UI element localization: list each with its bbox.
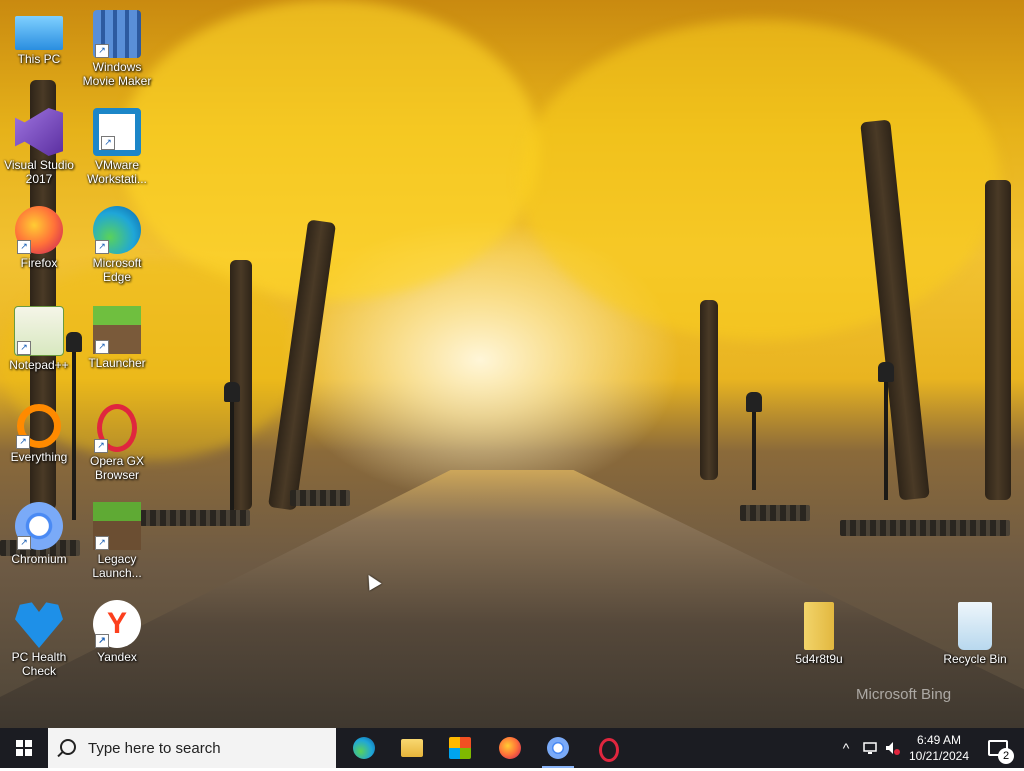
shortcut-arrow-icon: ↗	[101, 136, 115, 150]
show-hidden-icons-chevron-icon[interactable]: ^	[838, 740, 854, 756]
volume-muted-icon[interactable]	[884, 740, 900, 756]
folder-zip-icon	[804, 602, 834, 650]
icon-label: Legacy Launch...	[92, 552, 142, 580]
visual-studio-icon	[15, 108, 63, 156]
action-center-button[interactable]: 2	[980, 728, 1024, 768]
desktop-icon-recycle-bin[interactable]: Recycle Bin	[938, 602, 1012, 690]
taskbar-app-chromium[interactable]	[534, 728, 582, 768]
icon-label: 5d4r8t9u	[795, 652, 843, 666]
yandex-icon: Y ↗	[93, 600, 141, 648]
icon-label: Everything	[10, 450, 68, 464]
tree-trunk	[700, 300, 718, 480]
start-button[interactable]	[0, 728, 48, 768]
icon-label: Visual Studio 2017	[4, 158, 74, 186]
bench	[740, 505, 810, 521]
icon-label: Recycle Bin	[943, 652, 1007, 666]
desktop-icon-legacy-launcher[interactable]: ↗ Legacy Launch...	[80, 502, 154, 590]
taskbar-app-file-explorer[interactable]	[388, 728, 436, 768]
icon-label: TLauncher	[88, 356, 146, 370]
clock-time: 6:49 AM	[916, 733, 962, 747]
firefox-icon	[499, 737, 521, 759]
desktop-icon-notepad-plus-plus[interactable]: ↗ Notepad++	[2, 306, 76, 394]
opera-gx-icon: ↗	[94, 404, 137, 453]
bench	[840, 520, 1010, 536]
shortcut-arrow-icon: ↗	[94, 439, 108, 453]
taskbar-app-firefox[interactable]	[486, 728, 534, 768]
notification-count-badge: 2	[998, 748, 1014, 764]
foliage	[520, 20, 1000, 340]
edge-icon	[353, 737, 375, 759]
shortcut-arrow-icon: ↗	[17, 341, 31, 355]
search-ring-icon: ↗	[16, 404, 61, 449]
system-clock[interactable]: 6:49 AM 10/21/2024	[904, 732, 974, 764]
minecraft-block-icon: ↗	[93, 502, 141, 550]
desktop[interactable]: This PC ↗ Windows Movie Maker Visual Stu…	[0, 0, 1024, 728]
shortcut-arrow-icon: ↗	[17, 536, 31, 550]
desktop-icon-pc-health-check[interactable]: PC Health Check	[2, 600, 76, 688]
icon-label: Yandex	[97, 650, 137, 664]
desktop-icon-firefox[interactable]: ↗ Firefox	[2, 206, 76, 294]
desktop-icon-everything[interactable]: ↗ Everything	[2, 404, 76, 492]
shortcut-arrow-icon: ↗	[95, 240, 109, 254]
desktop-icon-yandex[interactable]: Y ↗ Yandex	[80, 600, 154, 688]
icon-label: Chromium	[11, 552, 67, 566]
shortcut-arrow-icon: ↗	[16, 435, 30, 449]
shortcut-arrow-icon: ↗	[95, 634, 109, 648]
folder-icon	[401, 739, 423, 757]
icon-label: This PC	[17, 52, 61, 66]
taskbar-app-store[interactable]	[436, 728, 484, 768]
desktop-icon-this-pc[interactable]: This PC	[2, 10, 76, 98]
bing-watermark: Microsoft Bing	[856, 686, 952, 703]
bench	[290, 490, 350, 506]
shortcut-arrow-icon: ↗	[95, 44, 109, 58]
film-icon: ↗	[93, 10, 141, 58]
desktop-icon-opera-gx[interactable]: ↗ Opera GX Browser	[80, 404, 154, 492]
shortcut-arrow-icon: ↗	[17, 240, 31, 254]
icon-label: Windows Movie Maker	[82, 60, 152, 88]
recycle-bin-icon	[958, 602, 992, 650]
windows-logo-icon	[16, 740, 32, 756]
icon-label: Notepad++	[9, 358, 69, 372]
desktop-icon-zip-folder[interactable]: 5d4r8t9u	[782, 602, 856, 690]
chromium-icon	[547, 737, 569, 759]
lamp-post	[746, 392, 762, 490]
shortcut-arrow-icon: ↗	[95, 536, 109, 550]
desktop-icon-vmware[interactable]: ↗ VMware Workstati...	[80, 108, 154, 196]
icon-label: Firefox	[20, 256, 58, 270]
desktop-icon-chromium[interactable]: ↗ Chromium	[2, 502, 76, 590]
taskbar-app-edge[interactable]	[340, 728, 388, 768]
taskbar: Type here to search ^ 6:49 AM 10/21/2024…	[0, 728, 1024, 768]
icon-label: Opera GX Browser	[89, 454, 145, 482]
store-icon	[449, 737, 471, 759]
search-placeholder: Type here to search	[88, 740, 221, 757]
notepad-icon: ↗	[14, 306, 64, 356]
desktop-icon-windows-movie-maker[interactable]: ↗ Windows Movie Maker	[80, 10, 154, 98]
minecraft-block-icon: ↗	[93, 306, 141, 354]
vmware-icon: ↗	[93, 108, 141, 156]
tree-trunk	[985, 180, 1011, 500]
taskbar-app-opera[interactable]	[584, 728, 632, 768]
network-icon[interactable]	[862, 740, 878, 756]
heart-pulse-icon	[15, 602, 63, 648]
lamp-post	[878, 362, 894, 500]
desktop-icon-tlauncher[interactable]: ↗ TLauncher	[80, 306, 154, 394]
icon-label: PC Health Check	[11, 650, 67, 678]
chromium-icon: ↗	[15, 502, 63, 550]
desktop-icon-microsoft-edge[interactable]: ↗ Microsoft Edge	[80, 206, 154, 294]
computer-icon	[15, 16, 63, 50]
icon-label: VMware Workstati...	[87, 158, 147, 186]
edge-icon: ↗	[93, 206, 141, 254]
opera-icon	[599, 738, 619, 762]
clock-date: 10/21/2024	[908, 749, 970, 763]
lamp-post	[224, 382, 240, 510]
bench	[140, 510, 250, 526]
taskbar-search-box[interactable]: Type here to search	[48, 728, 336, 768]
search-icon	[60, 739, 76, 755]
firefox-icon: ↗	[15, 206, 63, 254]
shortcut-arrow-icon: ↗	[95, 340, 109, 354]
desktop-icon-visual-studio[interactable]: Visual Studio 2017	[2, 108, 76, 196]
icon-label: Microsoft Edge	[92, 256, 142, 284]
